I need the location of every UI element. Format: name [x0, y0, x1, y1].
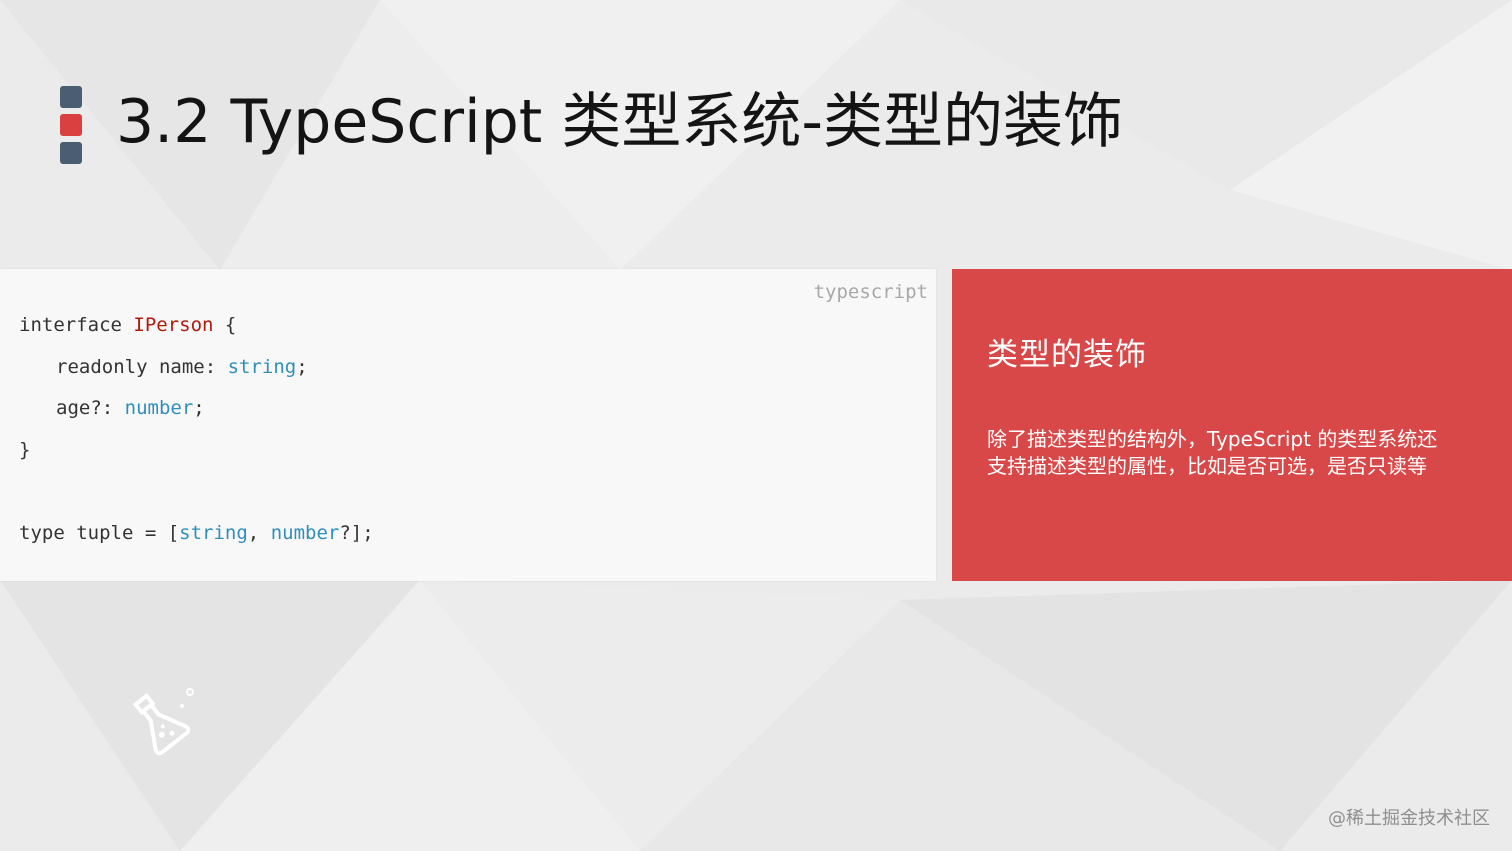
code-token: ?]; [339, 521, 374, 544]
code-identifier-token: IPerson [133, 314, 214, 336]
code-language-label: typescript [813, 281, 928, 303]
code-panel: typescript interface IPerson {readonly n… [0, 269, 936, 581]
code-line: type tuple = [string, number?]; [19, 513, 374, 555]
watermark: @稀土掘金技术社区 [1328, 808, 1490, 829]
code-token: ; [296, 355, 308, 378]
title-marker-bottom [60, 142, 82, 164]
flask-icon [132, 688, 194, 756]
code-type-token: string [179, 521, 248, 544]
code-token: type tuple = [ [19, 521, 180, 544]
code-token: ; [193, 397, 205, 419]
code-token: interface [19, 314, 134, 336]
code-type-token: number [124, 397, 194, 419]
code-token: { [213, 314, 237, 336]
info-card: 类型的装饰 除了描述类型的结构外，TypeScript 的类型系统还支持描述类型… [952, 269, 1512, 581]
code-token: age?: [56, 397, 125, 419]
code-token: } [19, 438, 31, 461]
code-token: , [247, 521, 271, 544]
code-line: interface IPerson { [19, 305, 374, 347]
code-line: age?: number; [19, 388, 374, 430]
title-marker-middle [60, 114, 82, 136]
title-marker-top [60, 86, 82, 108]
code-block: interface IPerson {readonly name: string… [19, 305, 374, 554]
code-line: readonly name: string; [19, 347, 374, 389]
info-card-title: 类型的装饰 [987, 337, 1147, 373]
code-line: } [19, 430, 374, 472]
code-type-token: string [227, 355, 297, 378]
code-type-token: number [270, 521, 340, 544]
code-token: readonly name: [56, 355, 228, 378]
info-card-body: 除了描述类型的结构外，TypeScript 的类型系统还支持描述类型的属性，比如… [987, 427, 1438, 478]
slide-title: 3.2 TypeScript 类型系统-类型的装饰 [116, 87, 1124, 157]
